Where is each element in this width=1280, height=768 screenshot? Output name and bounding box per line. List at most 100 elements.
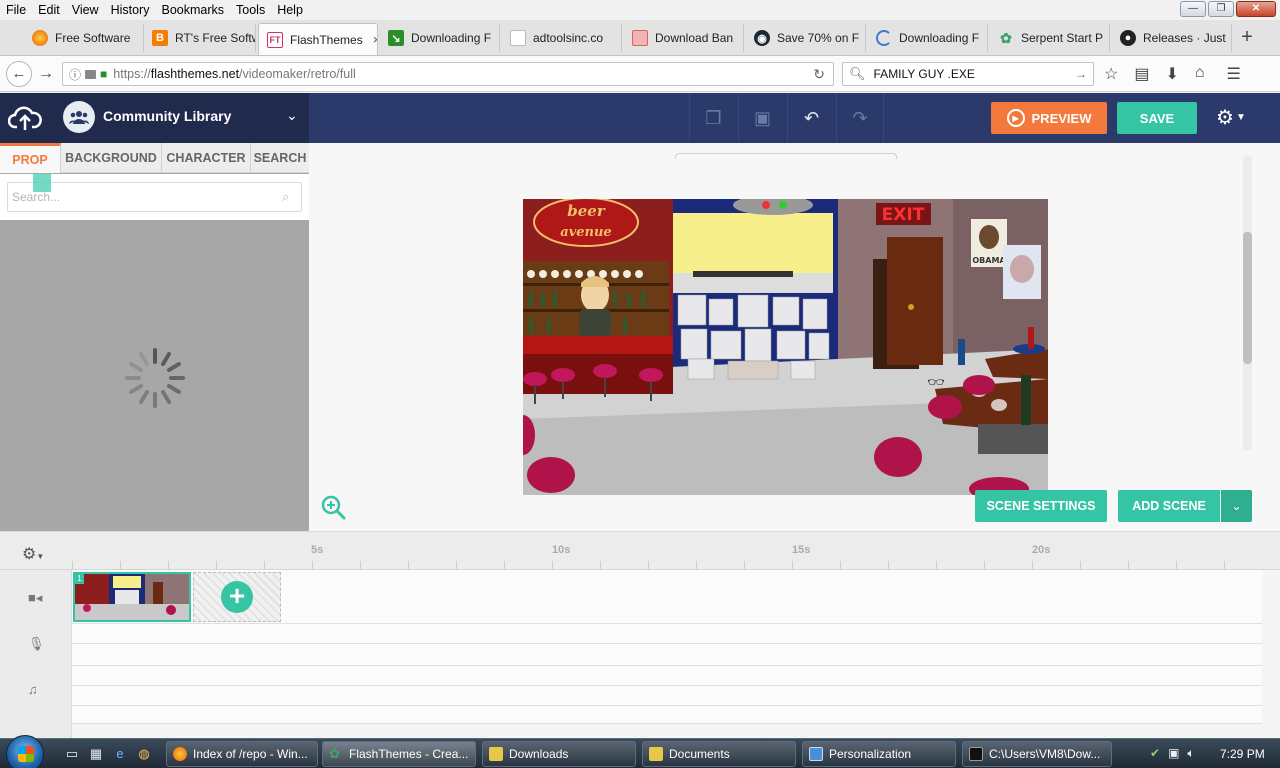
search-icon: ⌕ [282, 189, 290, 204]
tab-rts-free-software[interactable]: B RT's Free Softw [144, 24, 256, 52]
add-scene-dropdown[interactable]: ⌄ [1221, 490, 1252, 522]
library-title[interactable]: Community Library [103, 108, 231, 124]
copy-button[interactable]: ❐ [689, 93, 737, 143]
tab-character[interactable]: CHARACTER [162, 143, 251, 173]
reading-list-icon[interactable]: ▤ [1134, 64, 1149, 84]
search-go-icon[interactable]: → [1075, 67, 1087, 81]
music-track-2[interactable] [72, 686, 1262, 706]
gear-icon: ⚙ [1216, 107, 1234, 129]
task-index-of-repo[interactable]: Index of /repo - Win... [166, 741, 318, 767]
back-button[interactable]: ← [6, 61, 32, 87]
task-label: Downloads [509, 747, 569, 761]
task-documents[interactable]: Documents [642, 741, 796, 767]
show-desktop-icon[interactable]: ▭ [64, 746, 80, 762]
url-text[interactable]: https://flashthemes.net/videomaker/retro… [113, 67, 356, 81]
home-icon[interactable]: ⌂ [1195, 64, 1205, 84]
network-icon[interactable]: ▣ [1168, 746, 1179, 761]
cloud-upload-icon[interactable] [8, 103, 42, 133]
tab-releases[interactable]: ● Releases · Just [1112, 24, 1232, 52]
preview-label: PREVIEW [1031, 110, 1092, 126]
tab-serpent[interactable]: ✿ Serpent Start P [990, 24, 1110, 52]
tab-label: Downloading F [899, 31, 980, 45]
volume-muted-icon[interactable]: 🔈︎ [1187, 746, 1194, 761]
music-track-3[interactable] [72, 706, 1262, 724]
close-window-button[interactable]: ✕ [1236, 1, 1276, 17]
info-icon: ⓘ [69, 67, 82, 82]
minimize-button[interactable]: — [1180, 1, 1206, 17]
hamburger-menu-icon[interactable]: ☰ [1227, 64, 1241, 84]
tab-free-software[interactable]: Free Software [24, 24, 144, 52]
tab-background[interactable]: BACKGROUND [61, 143, 162, 173]
timeline-ruler[interactable]: ⚙▼ 5s 10s 15s 20s [0, 532, 1280, 570]
chevron-down-icon: ⌄ [1231, 499, 1242, 513]
add-scene-button[interactable]: ADD SCENE [1118, 490, 1220, 522]
search-icon: 🔍︎ [849, 66, 866, 81]
settings-gear-button[interactable]: ⚙ ▼ [1216, 105, 1246, 130]
site-identity[interactable]: ⓘ ■ [63, 66, 113, 83]
tab-downloading-1[interactable]: ↘ Downloading F [380, 24, 500, 52]
search-value: FAMILY GUY .EXE [873, 67, 975, 81]
address-bar[interactable]: ⓘ ■ https://flashthemes.net/videomaker/r… [62, 62, 834, 86]
tab-search[interactable]: SEARCH [251, 143, 309, 173]
zoom-in-icon[interactable] [320, 494, 346, 520]
tab-adtoolsinc[interactable]: adtoolsinc.co [502, 24, 622, 52]
timeline-settings-button[interactable]: ⚙▼ [22, 544, 44, 564]
tab-flashthemes[interactable]: FT FlashThemes × [258, 23, 378, 55]
scene-number: 1 [75, 574, 84, 584]
blank-page-icon [510, 30, 526, 46]
community-avatar-icon [63, 101, 95, 133]
loading-icon [876, 30, 892, 46]
start-button[interactable] [6, 735, 44, 768]
menu-tools[interactable]: Tools [230, 3, 271, 17]
copy-icon: ❐ [705, 107, 722, 128]
reload-icon[interactable]: ↻ [813, 66, 825, 83]
save-button[interactable]: SAVE [1117, 102, 1197, 134]
exit-sign: EXIT [882, 205, 925, 225]
search-bar[interactable]: 🔍︎ FAMILY GUY .EXE → [842, 62, 1094, 86]
tab-download-ban[interactable]: Download Ban [624, 24, 744, 52]
menu-edit[interactable]: Edit [32, 3, 66, 17]
library-search-input[interactable] [7, 182, 302, 212]
task-personalization[interactable]: Personalization [802, 741, 956, 767]
clock[interactable]: 7:29 PM [1220, 747, 1265, 761]
task-command-prompt[interactable]: C:\Users\VM8\Dow... [962, 741, 1112, 767]
window-controls: — ❐ ✕ [1180, 1, 1276, 17]
scene-thumbnail[interactable]: 1 [73, 572, 191, 622]
tab-close-icon[interactable]: × [373, 32, 377, 47]
tab-downloading-2[interactable]: Downloading F [868, 24, 988, 52]
paste-button[interactable]: ▣ [738, 93, 786, 143]
undo-button[interactable]: ↶ [787, 93, 835, 143]
forward-button[interactable]: → [38, 65, 54, 83]
windows-taskbar: ▭ ▦ e ◍ Index of /repo - Win... ✿ FlashT… [0, 735, 1280, 768]
internet-explorer-icon[interactable]: e [112, 746, 128, 762]
bookmark-star-icon[interactable]: ☆ [1104, 64, 1118, 84]
scene-settings-button[interactable]: SCENE SETTINGS [975, 490, 1107, 522]
menu-bookmarks[interactable]: Bookmarks [155, 3, 230, 17]
new-tab-button[interactable]: + [1236, 26, 1258, 49]
plus-icon: + [221, 581, 253, 613]
redo-button[interactable]: ↷ [836, 93, 884, 143]
stage-scrollbar-thumb[interactable] [1243, 232, 1252, 364]
task-flashthemes[interactable]: ✿ FlashThemes - Crea... [322, 741, 476, 767]
chrome-icon[interactable]: ◍ [136, 746, 152, 762]
menu-help[interactable]: Help [271, 3, 309, 17]
tab-steam-sale[interactable]: ◉ Save 70% on F [746, 24, 866, 52]
add-scene-slot[interactable]: + [193, 572, 281, 622]
voice-track-2[interactable] [72, 644, 1262, 666]
safely-remove-icon[interactable]: ✔ [1150, 746, 1160, 761]
download-icon: ↘ [388, 30, 404, 46]
preview-button[interactable]: ▶ PREVIEW [991, 102, 1107, 134]
mixed-content-icon [85, 69, 97, 79]
task-downloads[interactable]: Downloads [482, 741, 636, 767]
voice-track[interactable] [72, 624, 1262, 644]
downloads-icon[interactable]: ⬇ [1165, 64, 1178, 84]
chevron-down-icon[interactable]: ⌄ [286, 107, 298, 124]
tab-prop[interactable]: PROP [0, 143, 61, 173]
restore-button[interactable]: ❐ [1208, 1, 1234, 17]
switch-windows-icon[interactable]: ▦ [88, 746, 104, 762]
music-track[interactable] [72, 666, 1262, 686]
menu-file[interactable]: File [0, 3, 32, 17]
menu-history[interactable]: History [105, 3, 156, 17]
menu-view[interactable]: View [66, 3, 105, 17]
scene-canvas[interactable]: beer avenue EXIT OBAMA 👓︎ [523, 199, 1048, 495]
